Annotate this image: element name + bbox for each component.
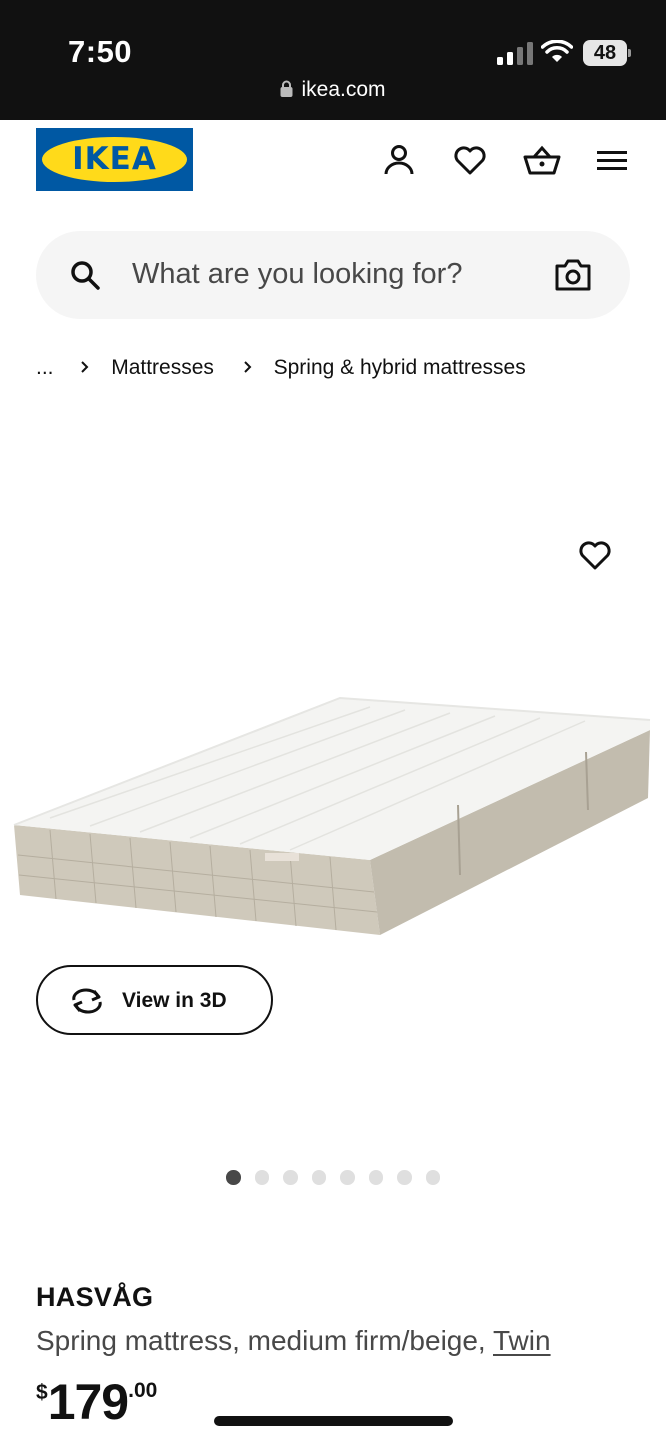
search-icon[interactable] [70,260,100,290]
carousel-dot[interactable] [226,1170,241,1185]
carousel-dot[interactable] [425,1170,440,1185]
status-bar: 7:50 48 ikea.com [0,0,666,120]
menu-icon[interactable] [596,143,628,177]
breadcrumb: ... Mattresses Spring & hybrid mattresse… [36,356,526,380]
add-to-favourites-icon[interactable] [578,538,612,572]
heart-icon[interactable] [453,143,487,177]
battery-icon: 48 [583,40,631,66]
product-price: $179.00 [36,1373,157,1431]
signal-icon [497,42,533,65]
battery-level: 48 [583,40,627,66]
breadcrumb-mattresses[interactable]: Mattresses [111,356,214,380]
url-bar[interactable]: ikea.com [0,78,666,102]
ikea-logo[interactable]: IKEA [36,128,193,191]
price-integer: 179 [47,1374,129,1430]
chevron-right-icon [244,361,252,373]
wifi-icon [541,40,573,62]
carousel-dot[interactable] [397,1170,412,1185]
product-image[interactable] [10,690,656,945]
view-in-3d-button[interactable]: View in 3D [36,965,273,1035]
camera-icon[interactable] [555,259,591,291]
carousel-pagination [226,1170,440,1185]
status-time: 7:50 [68,34,133,69]
price-decimal: .00 [128,1379,158,1402]
carousel-dot[interactable] [254,1170,269,1185]
lock-icon [280,80,293,97]
profile-icon[interactable] [382,143,416,177]
carousel-dot[interactable] [283,1170,298,1185]
rotate-3d-icon [72,988,102,1014]
carousel-dot[interactable] [340,1170,355,1185]
carousel-dot[interactable] [311,1170,326,1185]
breadcrumb-spring-hybrid[interactable]: Spring & hybrid mattresses [274,356,526,380]
view-in-3d-label: View in 3D [122,989,227,1012]
product-description-text: Spring mattress, medium firm/beige, [36,1325,486,1356]
shopping-bag-icon[interactable] [523,143,561,177]
chevron-right-icon [81,361,89,373]
carousel-dot[interactable] [368,1170,383,1185]
home-indicator[interactable] [214,1416,453,1426]
logo-text: IKEA [72,141,157,177]
price-currency: $ [36,1381,48,1404]
url-text: ikea.com [301,78,386,101]
search-placeholder[interactable]: What are you looking for? [132,258,462,291]
product-description: Spring mattress, medium firm/beige, Twin [36,1325,551,1357]
product-name: HASVÅG [36,1282,154,1312]
product-size-link[interactable]: Twin [493,1325,551,1356]
breadcrumb-ellipsis[interactable]: ... [36,356,54,380]
search-bar[interactable]: What are you looking for? [36,231,630,319]
